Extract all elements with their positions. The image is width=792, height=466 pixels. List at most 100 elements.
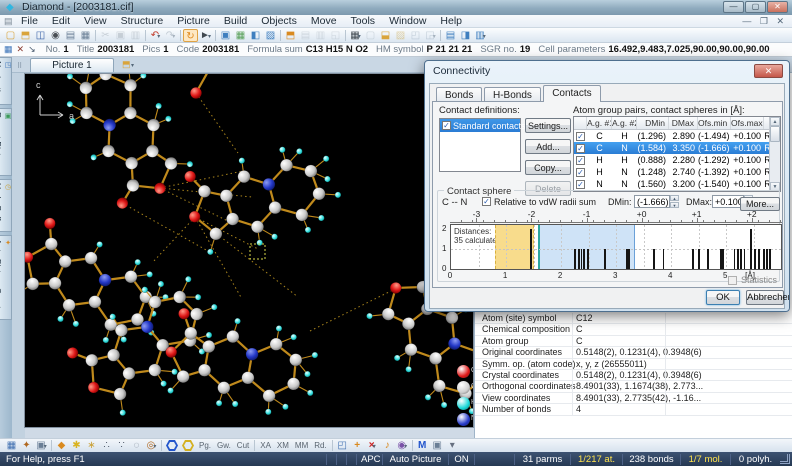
picture-view-icon[interactable]: ▣ [218, 29, 233, 42]
dialog-tab-bonds[interactable]: Bonds [436, 87, 482, 102]
atom-H[interactable] [159, 379, 167, 387]
atom-H[interactable] [139, 74, 147, 80]
atom-H[interactable] [440, 401, 448, 409]
menu-window[interactable]: Window [382, 15, 433, 28]
atom-O[interactable] [152, 181, 167, 196]
pointer-small-icon[interactable]: ↘ [28, 44, 36, 55]
atom-H[interactable] [72, 320, 80, 328]
atom-H[interactable] [304, 226, 311, 233]
atom-group-pairs-table[interactable]: A.g. #1A.g. #2DMinDMaxOfs.minOfs.max ✓CH… [573, 116, 781, 192]
picture-tools-icon[interactable]: ✦ [19, 439, 34, 452]
atom-C[interactable] [77, 79, 94, 96]
toolbar-overflow-icon[interactable]: ▾ [445, 439, 460, 452]
atom-H[interactable] [275, 325, 282, 332]
photo-icon[interactable]: ▣ [430, 439, 445, 452]
toolbar-label-rd[interactable]: Rd. [311, 441, 329, 450]
atom-O[interactable] [42, 216, 57, 231]
ok-button[interactable]: OK [706, 290, 740, 305]
atom-H[interactable] [210, 303, 218, 311]
add-molecule-icon[interactable]: ✱ [69, 439, 84, 452]
atom-O[interactable] [190, 87, 201, 98]
save-icon[interactable]: ◫ [33, 29, 48, 42]
atom-H[interactable] [186, 160, 194, 168]
atom-H[interactable] [365, 312, 373, 320]
checkbox-icon[interactable]: ✓ [576, 144, 585, 153]
atom-H[interactable] [66, 100, 74, 108]
picture-mode-icon[interactable]: ▣▾ [34, 439, 49, 452]
atom-C[interactable] [124, 177, 141, 194]
split-view-icon[interactable]: ◧ [248, 29, 263, 42]
toolbar-label-xa[interactable]: XA [257, 441, 274, 450]
checkbox-icon[interactable]: ✓ [576, 168, 585, 177]
settings-button[interactable]: Settings... [525, 118, 571, 133]
atom-H[interactable] [265, 408, 272, 415]
mdi-window-buttons[interactable]: — ❐ ✕ [742, 16, 787, 27]
atom-C[interactable] [61, 297, 77, 313]
report-view-icon[interactable]: ▨ [263, 29, 278, 42]
atom-H[interactable] [205, 331, 213, 339]
toolbar-label-gw[interactable]: Gw. [214, 441, 234, 450]
dropdown-arrow-icon[interactable]: ▾ [172, 34, 175, 40]
atom-H[interactable] [184, 275, 192, 283]
atom-C[interactable] [163, 155, 180, 172]
menu-file[interactable]: File [14, 15, 45, 28]
maximize-button[interactable]: ▢ [745, 1, 766, 13]
atom-H[interactable] [102, 336, 110, 344]
checkbox-icon[interactable]: ✓ [576, 180, 585, 189]
atom-C[interactable] [145, 117, 162, 134]
atom-H[interactable] [318, 214, 325, 221]
sidebar-tab-recent-pictures[interactable]: ▣Recent Pictures [0, 108, 12, 176]
menu-structure[interactable]: Structure [114, 15, 171, 28]
atom-H[interactable] [324, 175, 331, 182]
atom-C[interactable] [100, 143, 117, 160]
resize-grip[interactable] [780, 454, 790, 464]
structure-canvas[interactable]: ca OCHN [24, 73, 474, 428]
table-grid-icon[interactable]: ▦▾ [348, 29, 363, 42]
dmin-spinner[interactable]: ▲▼ [670, 195, 679, 208]
atom-C[interactable] [144, 143, 161, 160]
sidebar-tab-undo-buffer[interactable]: ◷Undo Buffer [0, 179, 12, 232]
center-view-icon[interactable]: ◎▾ [144, 439, 159, 452]
definition-checkbox[interactable]: ✓ [442, 121, 451, 130]
more-button[interactable]: More... [740, 197, 780, 211]
find-icon[interactable]: ◉ [48, 29, 63, 42]
fragment-icon[interactable]: ◌ [129, 439, 144, 452]
menu-view[interactable]: View [77, 15, 114, 28]
table-row[interactable]: ✓HN(1.248)2.740(-1.392)+0.100R [574, 166, 780, 178]
atom-C[interactable] [380, 305, 397, 322]
atom-C[interactable] [123, 268, 139, 284]
atom-O[interactable] [388, 280, 404, 296]
dropdown-arrow-icon[interactable]: ▾ [358, 34, 361, 40]
scroll-up-icon[interactable]: ▲ [770, 117, 780, 126]
row-checkbox[interactable]: ✓ [574, 143, 587, 154]
annotate-icon[interactable]: ♪ [380, 439, 395, 452]
report-icon[interactable]: ▤ [443, 29, 458, 42]
new-structure-icon[interactable]: ⬒ [283, 29, 298, 42]
table-scrollbar[interactable]: ▲ ▼ [769, 117, 780, 191]
ring-planes-icon[interactable] [182, 440, 194, 451]
atom-C[interactable] [122, 105, 139, 122]
menu-picture[interactable]: Picture [170, 15, 217, 28]
atom-C[interactable] [286, 377, 300, 391]
destroy-icon[interactable]: ×▾ [365, 439, 380, 452]
atom-C[interactable] [303, 163, 318, 178]
menu-help[interactable]: Help [433, 15, 469, 28]
atom-C[interactable] [402, 341, 419, 358]
atom-H[interactable] [279, 146, 286, 153]
atom-H[interactable] [157, 280, 165, 288]
contact-definitions-list[interactable]: ✓Standard contacts [439, 118, 521, 172]
tab-picture-1[interactable]: Picture 1 [30, 58, 114, 73]
atom-H[interactable] [90, 153, 98, 161]
atom-H[interactable] [238, 157, 245, 164]
dropdown-arrow-icon[interactable]: ▾ [44, 444, 47, 450]
table-row[interactable]: ✓NN(1.560)3.200(-1.540)+0.100R [574, 178, 780, 190]
add-button[interactable]: Add... [525, 139, 571, 154]
atom-H[interactable] [271, 233, 278, 240]
atom-C[interactable] [111, 385, 128, 402]
dropdown-arrow-icon[interactable]: ▾ [153, 444, 156, 450]
atom-H[interactable] [134, 258, 142, 266]
atom-O[interactable] [25, 250, 35, 265]
packing-icon[interactable]: ∵ [114, 439, 129, 452]
dropdown-arrow-icon[interactable]: ▾ [483, 34, 486, 40]
open-file-icon[interactable]: ⬒ [18, 29, 33, 42]
